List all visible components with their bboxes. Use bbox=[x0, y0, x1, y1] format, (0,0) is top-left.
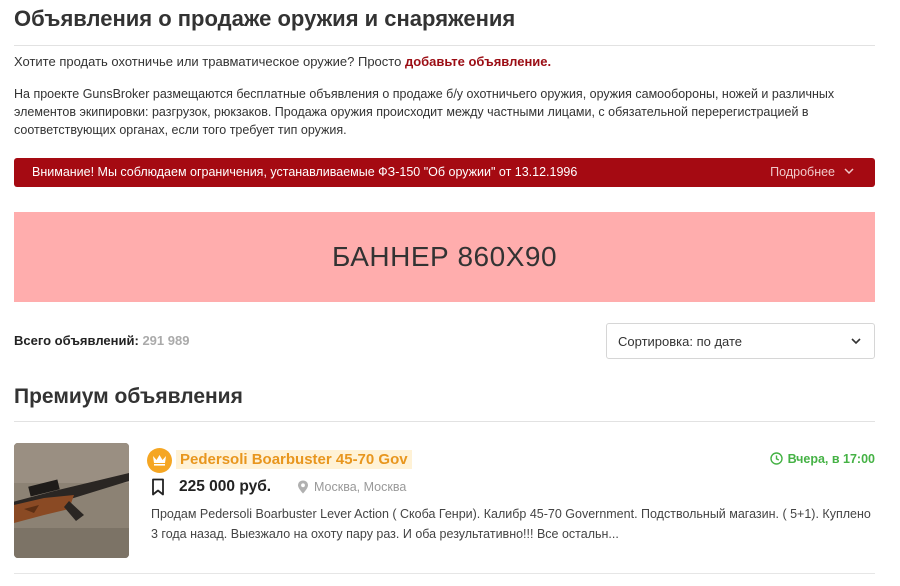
ad-banner[interactable]: БАННЕР 860X90 bbox=[14, 212, 875, 302]
listing-date-text: Вчера, в 17:00 bbox=[787, 452, 875, 466]
listing-title-link[interactable]: Pedersoli Boarbuster 45-70 Gov bbox=[176, 450, 412, 469]
add-listing-link[interactable]: добавьте объявление. bbox=[405, 54, 551, 69]
listing-price: 225 000 руб. bbox=[179, 478, 272, 495]
premium-section-title: Премиум объявления bbox=[14, 385, 243, 408]
listing-description: Продам Pedersoli Boarbuster Lever Action… bbox=[151, 507, 871, 541]
divider bbox=[14, 421, 875, 422]
crown-icon bbox=[153, 455, 166, 466]
more-label: Подробнее bbox=[770, 165, 835, 179]
listing-date: Вчера, в 17:00 bbox=[769, 452, 875, 466]
listing-location: Москва, Москва bbox=[314, 480, 407, 494]
total-count: 291 989 bbox=[142, 333, 190, 348]
total-label: Всего объявлений: bbox=[14, 333, 139, 348]
law-notice-text: Внимание! Мы соблюдаем ограничения, уста… bbox=[32, 165, 578, 179]
chevron-down-icon bbox=[851, 338, 861, 345]
rifle-photo bbox=[14, 443, 129, 558]
bookmark-icon[interactable] bbox=[151, 478, 165, 496]
listing-photo[interactable] bbox=[14, 443, 129, 558]
clock-icon bbox=[769, 452, 783, 465]
page-title: Объявления о продаже оружия и снаряжения bbox=[14, 6, 516, 31]
sort-label: Сортировка: по дате bbox=[618, 334, 743, 349]
premium-listing: Pedersoli Boarbuster 45-70 Gov Вчера, в … bbox=[14, 443, 875, 558]
sort-select[interactable]: Сортировка: по дате bbox=[606, 323, 875, 359]
intro-text: Хотите продать охотничье или травматичес… bbox=[14, 54, 551, 69]
total-listings: Всего объявлений: 291 989 bbox=[14, 333, 189, 348]
premium-badge bbox=[147, 448, 172, 473]
location-pin-icon bbox=[298, 480, 308, 494]
divider bbox=[14, 45, 875, 46]
site-description: На проекте GunsBroker размещаются беспла… bbox=[14, 87, 835, 137]
chevron-down-icon bbox=[844, 168, 854, 175]
divider bbox=[14, 573, 875, 574]
law-notice-bar: Внимание! Мы соблюдаем ограничения, уста… bbox=[14, 158, 875, 187]
intro-prefix: Хотите продать охотничье или травматичес… bbox=[14, 54, 405, 69]
law-notice-more-button[interactable]: Подробнее bbox=[770, 165, 855, 179]
